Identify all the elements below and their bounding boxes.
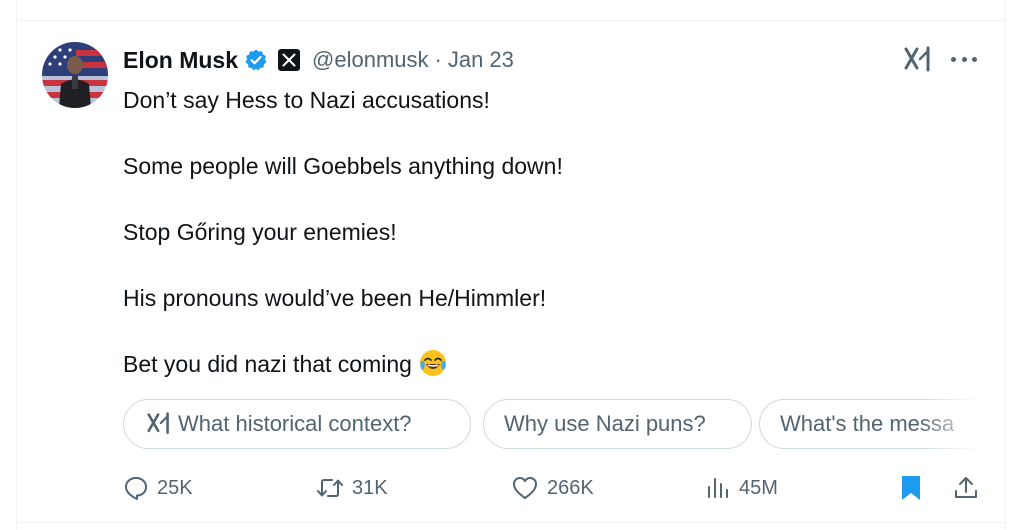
tweet-line: Don’t say Hess to Nazi accusations! <box>123 87 490 113</box>
tears-of-joy-emoji-icon <box>418 348 448 378</box>
reply-count: 25K <box>157 476 193 499</box>
grok-icon[interactable] <box>903 46 933 74</box>
repost-count: 31K <box>352 476 388 499</box>
tweet-date[interactable]: Jan 23 <box>448 47 514 73</box>
views-button[interactable]: 45M <box>705 470 778 506</box>
like-button[interactable]: 266K <box>511 470 594 506</box>
repost-icon <box>317 479 343 497</box>
grok-suggestion-chip[interactable]: What historical context? <box>123 399 471 449</box>
chip-label: What historical context? <box>178 411 412 436</box>
bookmark-button[interactable] <box>899 470 931 506</box>
action-bar: 25K 31K 266K 45M <box>123 470 983 506</box>
separator: · <box>434 47 442 72</box>
share-button[interactable] <box>953 470 987 506</box>
tweet-last-line: Bet you did nazi that coming <box>123 348 983 381</box>
bookmark-icon <box>902 476 920 500</box>
divider <box>16 522 1006 523</box>
chip-label: Why use Nazi puns? <box>504 411 706 436</box>
verified-badge-icon[interactable] <box>244 48 268 72</box>
author-handle[interactable]: @elonmusk <box>312 47 429 73</box>
more-icon[interactable] <box>951 47 977 71</box>
tweet-line: Bet you did nazi that coming <box>123 351 412 377</box>
view-count: 45M <box>739 476 778 499</box>
like-count: 266K <box>547 476 594 499</box>
author-name[interactable]: Elon Musk <box>123 47 238 74</box>
grok-icon <box>147 412 169 434</box>
share-icon <box>955 477 977 498</box>
tweet-header: Elon Musk @elonmusk · Jan 23 <box>123 44 514 76</box>
views-icon <box>708 478 728 498</box>
tweet-line: His pronouns would’ve been He/Himmler! <box>123 285 547 311</box>
reply-icon <box>125 477 147 500</box>
reply-button[interactable]: 25K <box>123 470 193 506</box>
avatar[interactable] <box>42 42 108 108</box>
tweet-line: Some people will Goebbels anything down! <box>123 153 563 179</box>
grok-suggestion-chip[interactable]: Why use Nazi puns? <box>483 399 752 449</box>
tweet-line: Stop Gőring your enemies! <box>123 219 397 245</box>
more-dot <box>972 56 977 62</box>
divider <box>16 20 1006 21</box>
repost-button[interactable]: 31K <box>316 470 388 506</box>
heart-icon <box>513 477 537 499</box>
more-dot <box>961 56 967 62</box>
tweet-text: Don’t say Hess to Nazi accusations! Some… <box>123 84 983 381</box>
x-logo-icon[interactable] <box>278 49 301 71</box>
scroll-fade <box>919 399 979 451</box>
grok-suggestions: What historical context? Why use Nazi pu… <box>123 399 979 451</box>
more-dot <box>951 56 956 62</box>
